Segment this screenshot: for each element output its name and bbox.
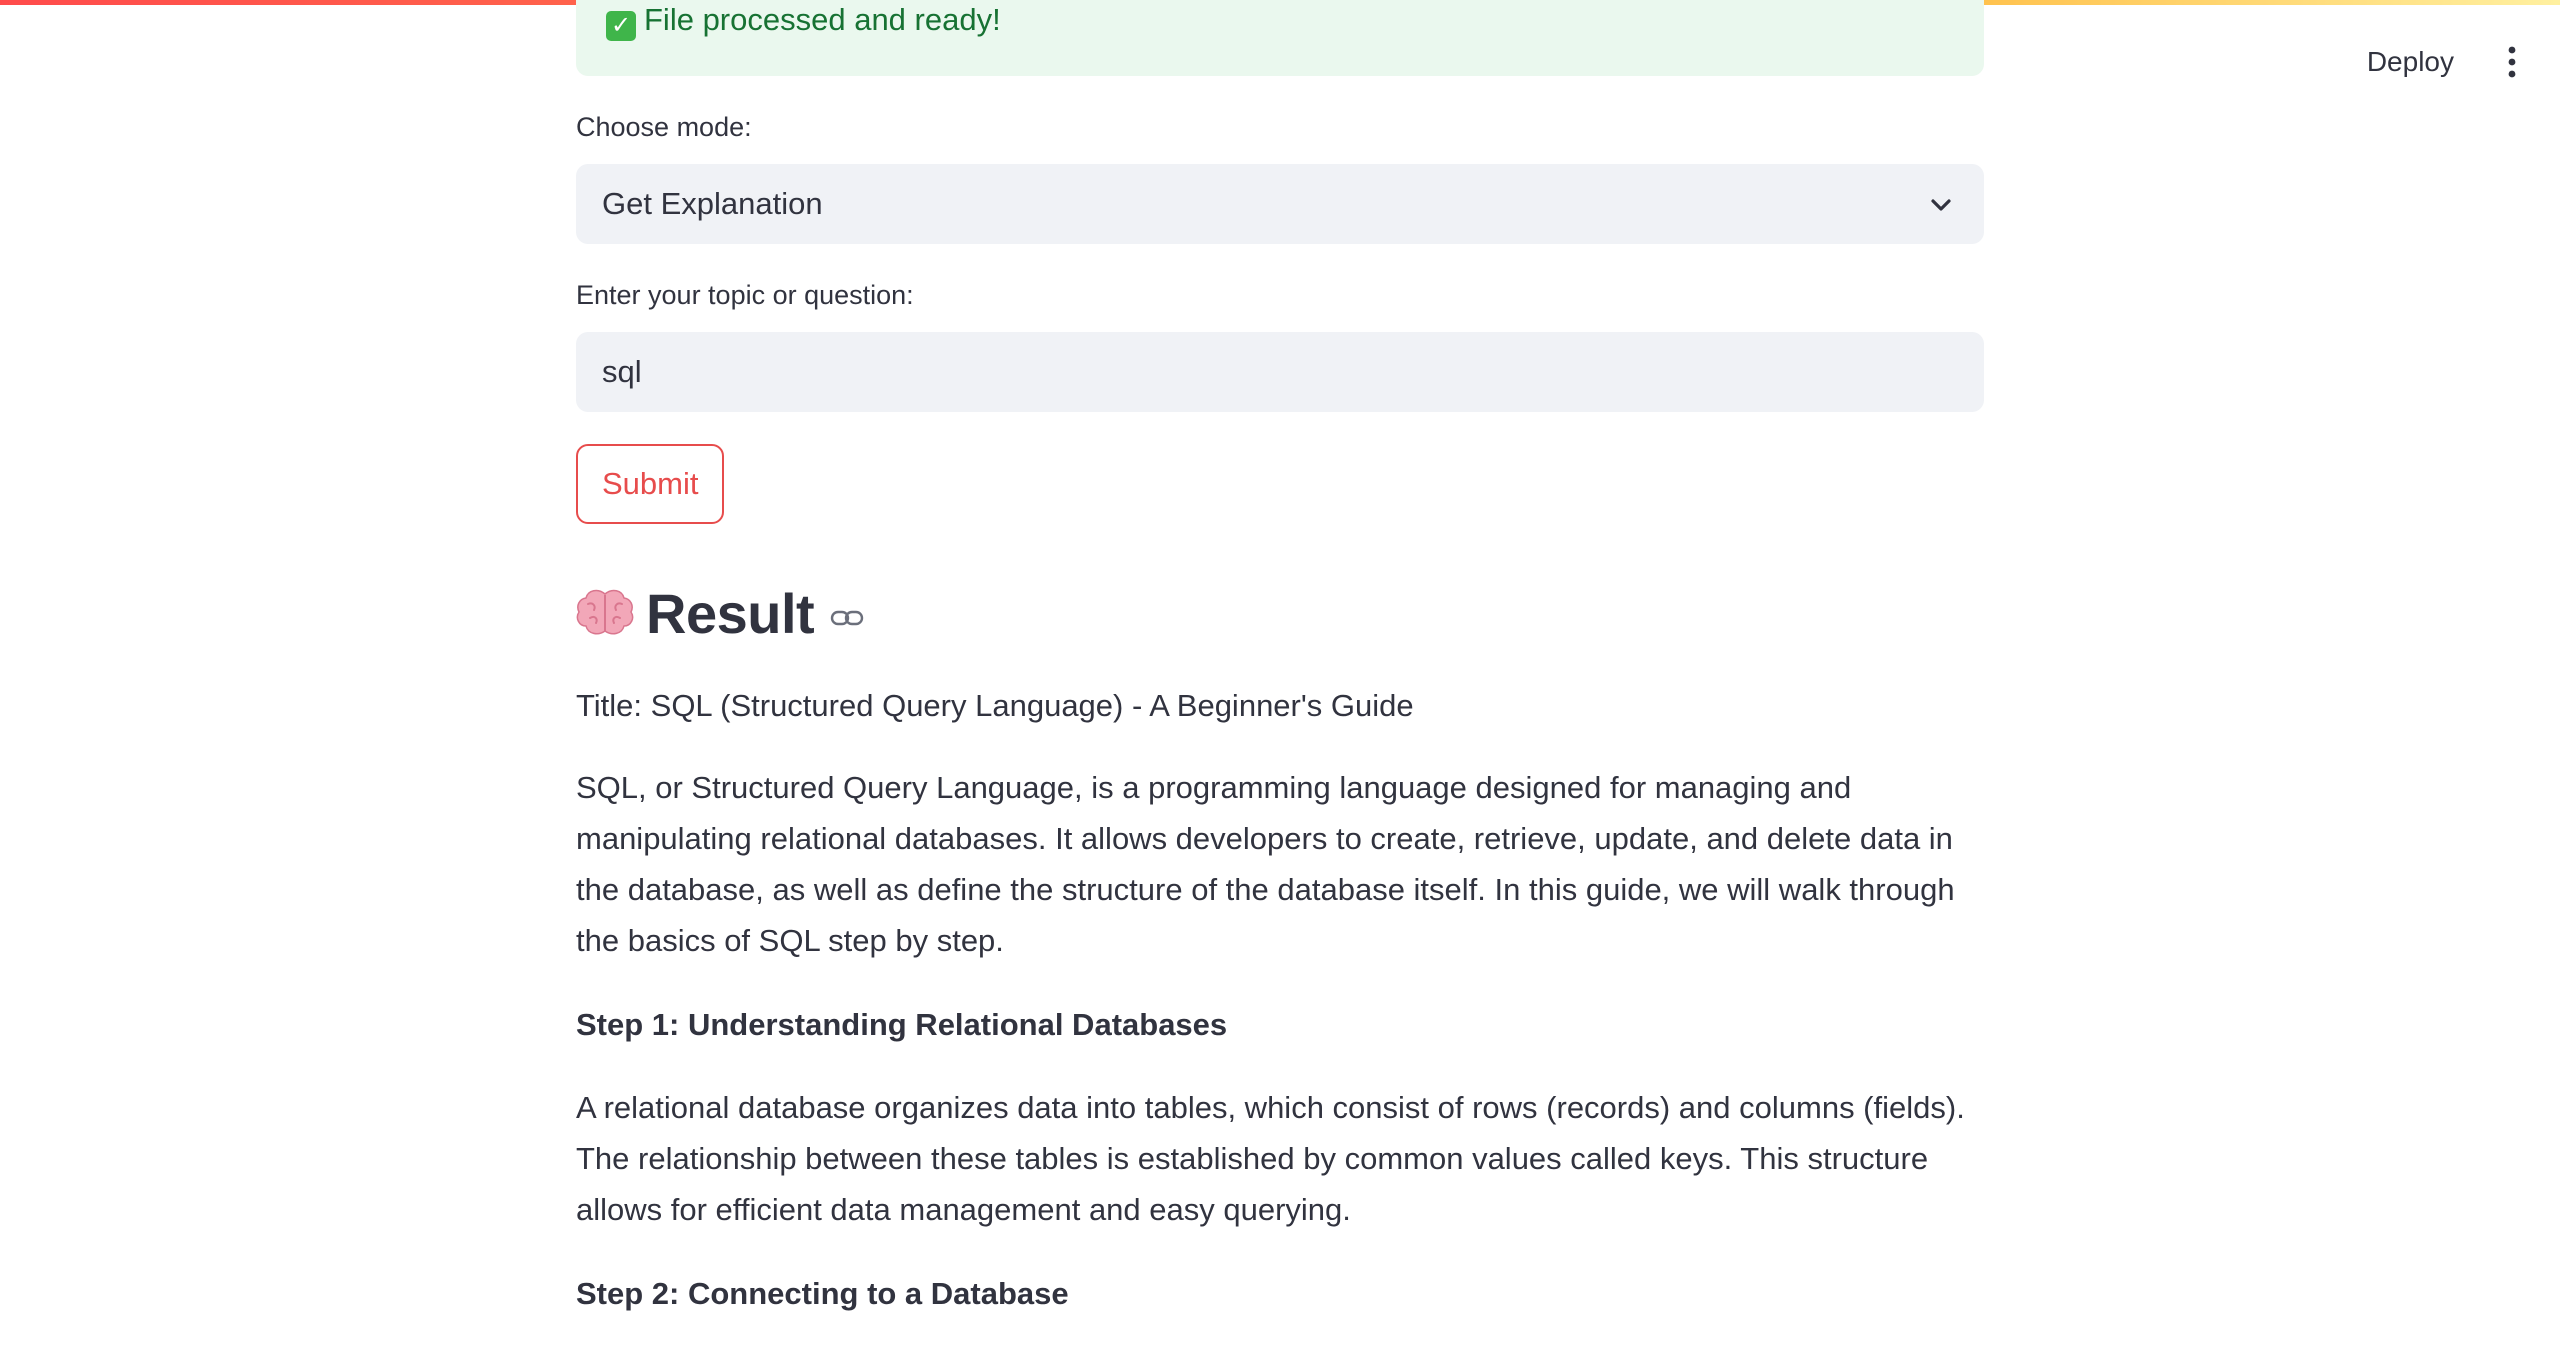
step-2-heading: Step 2: Connecting to a Database (576, 1276, 1069, 1311)
submit-button[interactable]: Submit (576, 444, 725, 524)
chevron-down-icon (1931, 199, 1951, 211)
topic-input[interactable] (576, 332, 1984, 412)
success-alert: ✓ File processed and ready! (576, 0, 1984, 76)
check-mark-icon: ✓ (606, 11, 636, 41)
vertical-ellipsis-icon[interactable] (2500, 42, 2524, 82)
step-1-heading: Step 1: Understanding Relational Databas… (576, 1007, 1228, 1042)
app-header: Deploy (2160, 0, 2560, 120)
link-icon[interactable] (830, 607, 864, 629)
step-1-paragraph: A relational database organizes data int… (576, 1090, 1965, 1227)
mode-select-value: Get Explanation (602, 186, 823, 221)
brain-icon (576, 589, 634, 635)
mode-label: Choose mode: (576, 112, 752, 142)
result-intro-paragraph: SQL, or Structured Query Language, is a … (576, 770, 1955, 958)
success-alert-text: File processed and ready! (644, 2, 1001, 37)
result-title-line: Title: SQL (Structured Query Language) -… (576, 688, 1414, 723)
mode-select[interactable]: Get Explanation (576, 164, 1984, 244)
result-heading: Result (576, 578, 864, 648)
success-alert-content: ✓ File processed and ready! (606, 0, 1001, 41)
topic-label: Enter your topic or question: (576, 280, 914, 310)
result-title: Result (646, 581, 815, 645)
deploy-button[interactable]: Deploy (2357, 40, 2464, 84)
